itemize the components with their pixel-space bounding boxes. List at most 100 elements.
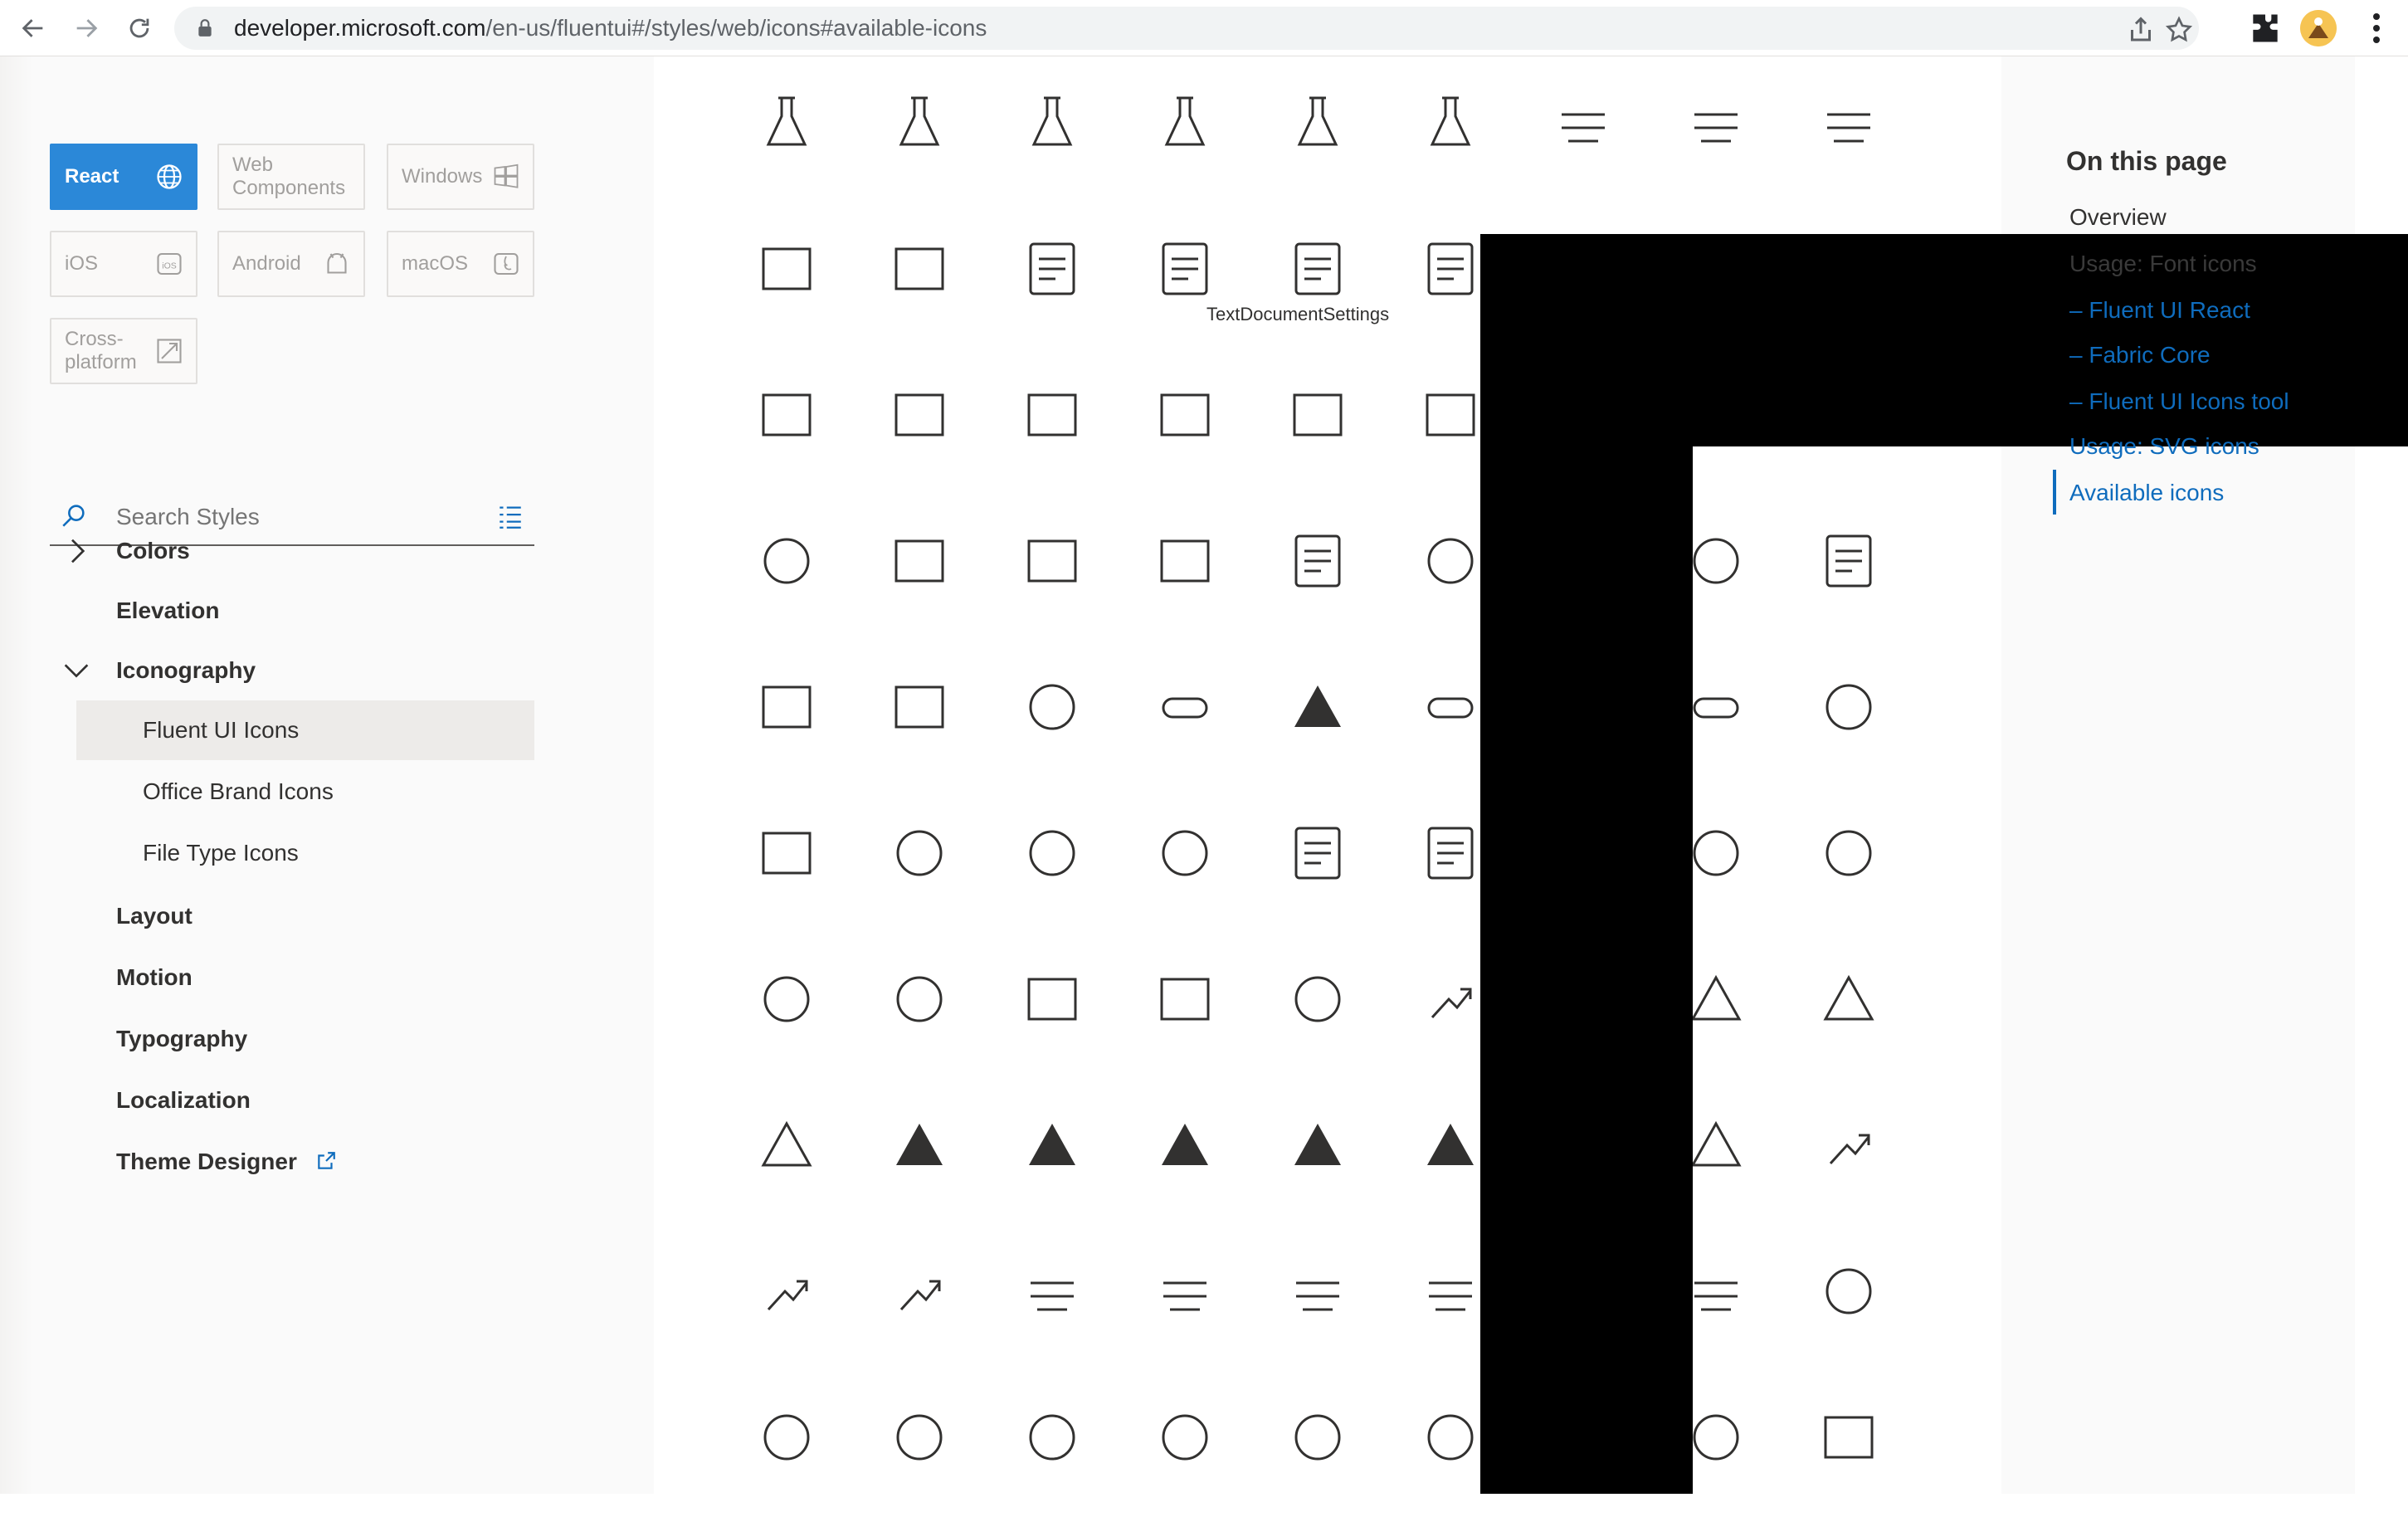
nav-item-theme-designer[interactable]: Theme Designer bbox=[116, 1133, 337, 1191]
icon-cell[interactable] bbox=[986, 1371, 1119, 1517]
icon-cell[interactable] bbox=[986, 349, 1119, 495]
icon-cell[interactable] bbox=[1517, 56, 1650, 202]
icon-cell[interactable] bbox=[1119, 202, 1251, 349]
icon-cell[interactable] bbox=[720, 1079, 853, 1225]
address-bar[interactable]: developer.microsoft.com/en-us/fluentui#/… bbox=[174, 7, 2199, 50]
icon-cell[interactable] bbox=[986, 1079, 1119, 1225]
nav-item-layout[interactable]: Layout bbox=[116, 887, 193, 945]
extensions-icon[interactable] bbox=[2247, 10, 2284, 46]
icon-cell[interactable] bbox=[720, 933, 853, 1079]
icon-cell[interactable] bbox=[1384, 56, 1517, 202]
nav-item-typography[interactable]: Typography bbox=[116, 1010, 247, 1068]
icon-cell[interactable] bbox=[853, 349, 986, 495]
icon-cell[interactable] bbox=[1782, 1225, 1915, 1371]
icon-cell[interactable] bbox=[1251, 1371, 1384, 1517]
icon-cell[interactable] bbox=[1782, 1371, 1915, 1517]
icon-cell[interactable] bbox=[720, 56, 853, 202]
icon-cell[interactable] bbox=[1251, 56, 1384, 202]
icon-cell[interactable] bbox=[1119, 1079, 1251, 1225]
icon-cell[interactable] bbox=[853, 1225, 986, 1371]
icon-cell[interactable] bbox=[986, 933, 1119, 1079]
reload-button[interactable] bbox=[119, 8, 159, 48]
icon-cell[interactable] bbox=[1251, 1079, 1384, 1225]
icon-cell[interactable] bbox=[720, 495, 853, 641]
icon-cell[interactable] bbox=[1251, 202, 1384, 349]
icon-cell[interactable] bbox=[1119, 1225, 1251, 1371]
icon-cell[interactable] bbox=[720, 349, 853, 495]
icon-cell[interactable] bbox=[986, 56, 1119, 202]
icon-cell[interactable] bbox=[1119, 495, 1251, 641]
icon-cell[interactable] bbox=[853, 202, 986, 349]
icon-cell[interactable] bbox=[1782, 56, 1915, 202]
icon-cell[interactable] bbox=[986, 787, 1119, 933]
icon-cell[interactable] bbox=[720, 787, 853, 933]
icon-cell[interactable] bbox=[1650, 56, 1782, 202]
platform-react-button[interactable]: React bbox=[50, 144, 197, 210]
icon-cell[interactable] bbox=[1251, 349, 1384, 495]
icon-cell[interactable] bbox=[720, 641, 853, 787]
toc-link-usage-font-icons[interactable]: Usage: Font icons bbox=[2069, 251, 2257, 277]
icon-cell[interactable] bbox=[853, 933, 986, 1079]
triangle-shape-icon bbox=[1690, 1120, 1742, 1167]
toc-link-fluent-ui-react[interactable]: – Fluent UI React bbox=[2069, 297, 2250, 324]
icon-cell[interactable] bbox=[1782, 641, 1915, 787]
toc-link-fluent-ui-icons-tool[interactable]: – Fluent UI Icons tool bbox=[2069, 388, 2289, 415]
platform-macos-button[interactable]: macOS bbox=[387, 231, 534, 297]
icon-cell[interactable] bbox=[1251, 495, 1384, 641]
icon-cell[interactable] bbox=[1782, 495, 1915, 641]
nav-item-elevation[interactable]: Elevation bbox=[116, 582, 219, 640]
platform-windows-button[interactable]: Windows bbox=[387, 144, 534, 210]
toc-link-fabric-core[interactable]: – Fabric Core bbox=[2069, 342, 2211, 368]
icon-cell[interactable] bbox=[1251, 787, 1384, 933]
icon-cell[interactable] bbox=[986, 641, 1119, 787]
nav-item-colors[interactable]: Colors bbox=[116, 522, 190, 580]
chevron-down-icon[interactable] bbox=[60, 654, 93, 687]
platform-android-button[interactable]: Android bbox=[217, 231, 365, 297]
avatar[interactable] bbox=[2300, 10, 2337, 46]
filter-list-icon[interactable] bbox=[496, 503, 524, 531]
icon-cell[interactable] bbox=[1782, 1079, 1915, 1225]
icon-cell[interactable] bbox=[853, 641, 986, 787]
icon-cell[interactable] bbox=[1119, 56, 1251, 202]
platform-ios-button[interactable]: iOS iOS bbox=[50, 231, 197, 297]
back-button[interactable] bbox=[13, 8, 53, 48]
star-icon[interactable] bbox=[2164, 15, 2194, 45]
nav-item-localization[interactable]: Localization bbox=[116, 1071, 251, 1129]
icon-cell[interactable] bbox=[720, 202, 853, 349]
nav-item-office-brand-icons[interactable]: Office Brand Icons bbox=[76, 762, 534, 822]
icon-cell[interactable] bbox=[1251, 641, 1384, 787]
nav-item-fluent-ui-icons[interactable]: Fluent UI Icons bbox=[76, 700, 534, 760]
platform-cross-platform-button[interactable]: Cross-platform bbox=[50, 318, 197, 384]
toc-link-available-icons[interactable]: Available icons bbox=[2069, 480, 2224, 506]
toc-link-overview[interactable]: Overview bbox=[2069, 204, 2167, 231]
icon-cell[interactable] bbox=[986, 202, 1119, 349]
icon-cell[interactable] bbox=[853, 1371, 986, 1517]
icon-cell[interactable] bbox=[1119, 641, 1251, 787]
nav-item-iconography[interactable]: Iconography bbox=[116, 641, 256, 700]
icon-cell[interactable] bbox=[986, 495, 1119, 641]
icon-cell[interactable] bbox=[720, 1225, 853, 1371]
icon-cell[interactable] bbox=[853, 56, 986, 202]
share-icon[interactable] bbox=[2126, 15, 2156, 45]
nav-item-motion[interactable]: Motion bbox=[116, 949, 193, 1007]
icon-cell[interactable] bbox=[1251, 933, 1384, 1079]
icon-cell[interactable] bbox=[853, 495, 986, 641]
icon-cell[interactable] bbox=[1119, 349, 1251, 495]
icon-cell[interactable] bbox=[853, 1079, 986, 1225]
triangle-solid-right-icon bbox=[1427, 1124, 1474, 1165]
icon-cell[interactable] bbox=[1782, 787, 1915, 933]
more-vertical-icon[interactable] bbox=[2357, 8, 2396, 48]
icon-cell[interactable] bbox=[1782, 933, 1915, 1079]
icon-cell[interactable] bbox=[1119, 1371, 1251, 1517]
icon-cell[interactable] bbox=[1119, 933, 1251, 1079]
icon-cell[interactable] bbox=[1251, 1225, 1384, 1371]
platform-web-components-button[interactable]: Web Components bbox=[217, 144, 365, 210]
toc-link-usage-svg-icons[interactable]: Usage: SVG icons bbox=[2069, 433, 2259, 460]
chevron-right-icon[interactable] bbox=[60, 534, 93, 568]
icon-cell[interactable] bbox=[986, 1225, 1119, 1371]
icon-cell[interactable] bbox=[720, 1371, 853, 1517]
icon-cell[interactable] bbox=[1119, 787, 1251, 933]
icon-cell[interactable] bbox=[853, 787, 986, 933]
nav-item-file-type-icons[interactable]: File Type Icons bbox=[76, 823, 534, 883]
forward-button[interactable] bbox=[66, 8, 106, 48]
